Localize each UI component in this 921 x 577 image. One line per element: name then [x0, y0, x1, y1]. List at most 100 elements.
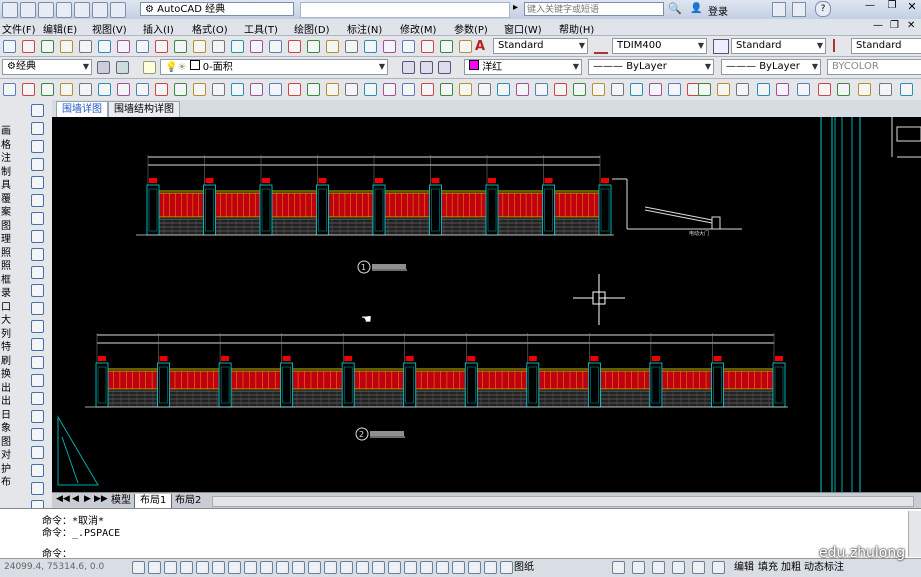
menu-dimension[interactable]: 标注(N): [347, 21, 382, 36]
status-toggle-icon[interactable]: [292, 561, 305, 574]
paper-space-toggle[interactable]: 图纸: [512, 560, 536, 575]
menu-insert[interactable]: 插入(I): [143, 21, 174, 36]
draw-tool-icon[interactable]: [858, 83, 871, 96]
status-toggle-icon[interactable]: [356, 561, 369, 574]
draw-tool-icon[interactable]: [307, 83, 320, 96]
menu-parametric[interactable]: 参数(P): [454, 21, 488, 36]
dim-style-icon[interactable]: [594, 39, 608, 54]
search-input[interactable]: 键入关键字或短语: [524, 2, 664, 16]
draw-tool-icon[interactable]: [79, 83, 92, 96]
table-style-select[interactable]: Standard ▼: [731, 38, 826, 54]
workspace-settings-icon[interactable]: [97, 61, 110, 74]
menu-window[interactable]: 窗口(W): [504, 21, 542, 36]
standard-tool-icon[interactable]: [231, 40, 244, 53]
draw-tool-icon[interactable]: [668, 83, 681, 96]
draw-tool-icon[interactable]: [60, 83, 73, 96]
close-icon[interactable]: ✕: [903, 0, 921, 16]
search-icon[interactable]: 🔍: [668, 2, 682, 15]
left-tool-icon[interactable]: [31, 122, 44, 135]
draw-tool-icon[interactable]: [326, 83, 339, 96]
status-toggle-icon[interactable]: [484, 561, 497, 574]
draw-tool-icon[interactable]: [611, 83, 624, 96]
next-layout-icon[interactable]: ▶: [84, 494, 91, 504]
standard-tool-icon[interactable]: [174, 40, 187, 53]
status-toggle-icon[interactable]: [308, 561, 321, 574]
restore-icon[interactable]: ❐: [882, 0, 902, 16]
workspace-dropdown[interactable]: ⚙经典 ▼: [2, 59, 92, 75]
left-tool-icon[interactable]: [31, 230, 44, 243]
draw-tool-icon[interactable]: [516, 83, 529, 96]
draw-tool-icon[interactable]: [155, 83, 168, 96]
status-dyndim[interactable]: 动态标注: [802, 560, 846, 575]
draw-tool-icon[interactable]: [535, 83, 548, 96]
left-tool-icon[interactable]: [31, 140, 44, 153]
standard-tool-icon[interactable]: [212, 40, 225, 53]
standard-tool-icon[interactable]: [22, 40, 35, 53]
draw-tool-icon[interactable]: [345, 83, 358, 96]
left-tool-icon[interactable]: [31, 284, 44, 297]
standard-tool-icon[interactable]: [440, 40, 453, 53]
left-tool-icon[interactable]: [31, 428, 44, 441]
status-tool-icon[interactable]: [652, 561, 665, 574]
left-tool-icon[interactable]: [31, 374, 44, 387]
left-tool-icon[interactable]: [31, 338, 44, 351]
draw-tool-icon[interactable]: [22, 83, 35, 96]
command-input[interactable]: [80, 543, 910, 557]
expand-icon[interactable]: ▸: [513, 2, 518, 13]
layer-select[interactable]: 💡☀ 0-面积 ▼: [160, 59, 388, 75]
standard-tool-icon[interactable]: [98, 40, 111, 53]
standard-tool-icon[interactable]: [364, 40, 377, 53]
standard-tool-icon[interactable]: [41, 40, 54, 53]
doc-minimize-icon[interactable]: —: [873, 20, 883, 31]
doc-close-icon[interactable]: ✕: [907, 20, 915, 31]
status-toggle-icon[interactable]: [468, 561, 481, 574]
save-icon[interactable]: [38, 2, 54, 18]
menu-view[interactable]: 视图(V): [92, 21, 127, 36]
tab-model[interactable]: 模型: [106, 494, 136, 508]
status-toggle-icon[interactable]: [324, 561, 337, 574]
status-tool-icon[interactable]: [692, 561, 705, 574]
status-tool-icon[interactable]: [632, 561, 645, 574]
menu-edit[interactable]: 编辑(E): [43, 21, 77, 36]
status-toggle-icon[interactable]: [452, 561, 465, 574]
tab-layout2[interactable]: 布局2: [170, 494, 206, 508]
draw-tool-icon[interactable]: [231, 83, 244, 96]
layer-iso-icon[interactable]: [438, 61, 451, 74]
status-toggle-icon[interactable]: [404, 561, 417, 574]
table-style-icon[interactable]: [713, 39, 729, 54]
draw-tool-icon[interactable]: [269, 83, 282, 96]
left-tool-icon[interactable]: [31, 212, 44, 225]
draw-tool-icon[interactable]: [212, 83, 225, 96]
standard-tool-icon[interactable]: [3, 40, 16, 53]
standard-tool-icon[interactable]: [136, 40, 149, 53]
tab-wall-detail[interactable]: 围墙详图: [56, 101, 108, 117]
left-tool-icon[interactable]: [31, 446, 44, 459]
tab-layout1[interactable]: 布局1: [134, 494, 173, 509]
standard-tool-icon[interactable]: [402, 40, 415, 53]
standard-tool-icon[interactable]: [383, 40, 396, 53]
draw-tool-icon[interactable]: [402, 83, 415, 96]
draw-tool-icon[interactable]: [440, 83, 453, 96]
status-toggle-icon[interactable]: [388, 561, 401, 574]
standard-tool-icon[interactable]: [421, 40, 434, 53]
left-tool-icon[interactable]: [31, 266, 44, 279]
left-tool-icon[interactable]: [31, 356, 44, 369]
text-style-icon[interactable]: A: [475, 39, 485, 54]
standard-tool-icon[interactable]: [269, 40, 282, 53]
draw-tool-icon[interactable]: [717, 83, 730, 96]
minimize-icon[interactable]: —: [860, 0, 880, 16]
draw-tool-icon[interactable]: [421, 83, 434, 96]
draw-tool-icon[interactable]: [459, 83, 472, 96]
lineweight-select[interactable]: ——— ByLayer ▼: [721, 59, 821, 75]
first-layout-icon[interactable]: ◀◀: [56, 494, 70, 504]
draw-tool-icon[interactable]: [554, 83, 567, 96]
draw-tool-icon[interactable]: [649, 83, 662, 96]
new-icon[interactable]: [20, 2, 36, 18]
draw-tool-icon[interactable]: [3, 83, 16, 96]
linetype-select[interactable]: ——— ByLayer ▼: [588, 59, 714, 75]
layer-previous-icon[interactable]: [420, 61, 433, 74]
draw-tool-icon[interactable]: [117, 83, 130, 96]
status-toggle-icon[interactable]: [244, 561, 257, 574]
color-select[interactable]: 洋红 ▼: [464, 59, 582, 75]
doc-restore-icon[interactable]: ❐: [890, 20, 899, 31]
